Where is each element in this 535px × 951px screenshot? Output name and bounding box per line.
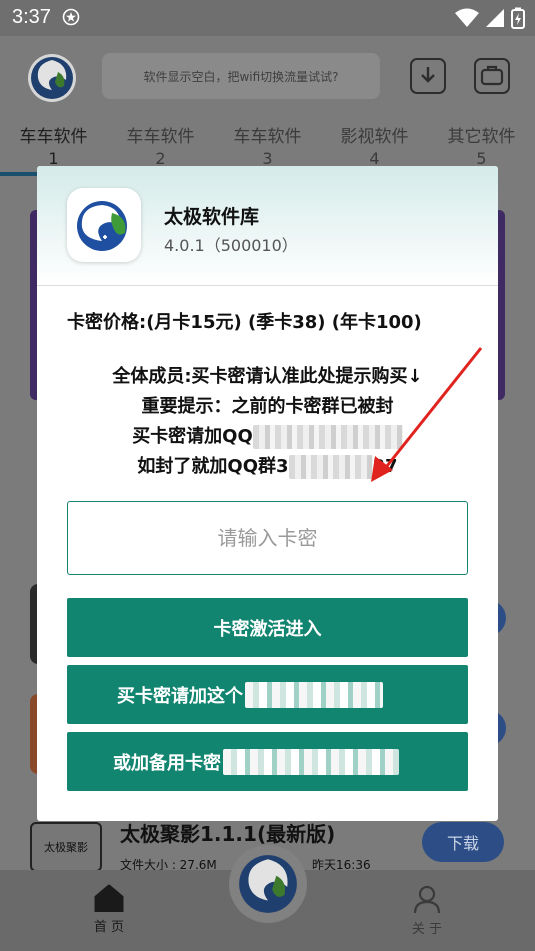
nav-home[interactable]: 首 页 (84, 884, 134, 935)
notice-text: 买卡密请加QQ (132, 426, 253, 447)
tab-label: 影视软件 (340, 127, 409, 147)
buy-card-button[interactable]: 买卡密请加这个 (67, 665, 468, 724)
status-bar: 3:37 (0, 0, 535, 36)
app-version: 4.0.1（500010） (164, 236, 298, 255)
search-placeholder: 软件显示空白，把wifi切换流量试试? (143, 69, 339, 84)
home-icon (94, 884, 124, 913)
nav-about-label: 关 于 (411, 922, 443, 937)
backup-card-button[interactable]: 或加备用卡密 (67, 732, 468, 791)
nav-home-label: 首 页 (93, 920, 125, 935)
download-manager-button[interactable] (410, 58, 446, 94)
redacted-contact (245, 681, 383, 708)
tab-label: 车车软件 (126, 127, 195, 147)
activation-dialog: 太极软件库 4.0.1（500010） 卡密价格:(月卡15元) (季卡38) … (37, 166, 498, 821)
divider (37, 285, 498, 286)
cellular-signal-icon (486, 9, 504, 27)
taiji-logo-icon (77, 201, 127, 251)
briefcase-icon (480, 65, 504, 86)
search-box[interactable]: 软件显示空白，把wifi切换流量试试? (102, 53, 380, 99)
status-time: 3:37 (12, 6, 51, 28)
download-button[interactable]: 下载 (422, 822, 504, 862)
notice-text: 如封了就加QQ群3 (137, 456, 289, 477)
price-info: 卡密价格:(月卡15元) (季卡38) (年卡100) (67, 312, 422, 333)
taiji-logo-icon (239, 855, 297, 913)
tab-label: 车车软件 (233, 127, 302, 147)
backup-card-label: 或加备用卡密 (113, 752, 221, 774)
app-icon (67, 188, 141, 262)
wifi-icon (455, 8, 479, 27)
shield-icon (62, 8, 80, 26)
buy-card-label: 买卡密请加这个 (117, 685, 243, 707)
red-arrow-annotation (371, 347, 483, 482)
center-logo-button[interactable] (229, 845, 307, 923)
activate-button-label: 卡密激活进入 (213, 618, 322, 640)
app-name: 太极软件库 (164, 206, 260, 228)
taiji-logo-icon (31, 57, 73, 99)
active-tab-indicator (0, 172, 40, 176)
redacted-number (288, 455, 373, 479)
download-icon (421, 67, 435, 83)
battery-icon (511, 7, 525, 29)
app-icon: 太极聚影 (30, 822, 102, 872)
activate-button[interactable]: 卡密激活进入 (67, 598, 468, 657)
tab-label: 车车软件 (19, 127, 88, 147)
list-item-title: 太极聚影1.1.1(最新版) (120, 822, 336, 846)
user-icon (413, 885, 441, 914)
nav-about[interactable]: 关 于 (402, 884, 452, 937)
toolbox-button[interactable] (474, 58, 510, 94)
app-header: 软件显示空白，把wifi切换流量试试? (0, 36, 535, 116)
redacted-contact (223, 748, 399, 775)
system-icons (455, 7, 525, 29)
tab-label: 其它软件 (447, 127, 516, 147)
app-logo (28, 54, 76, 102)
card-key-input[interactable] (67, 501, 468, 575)
